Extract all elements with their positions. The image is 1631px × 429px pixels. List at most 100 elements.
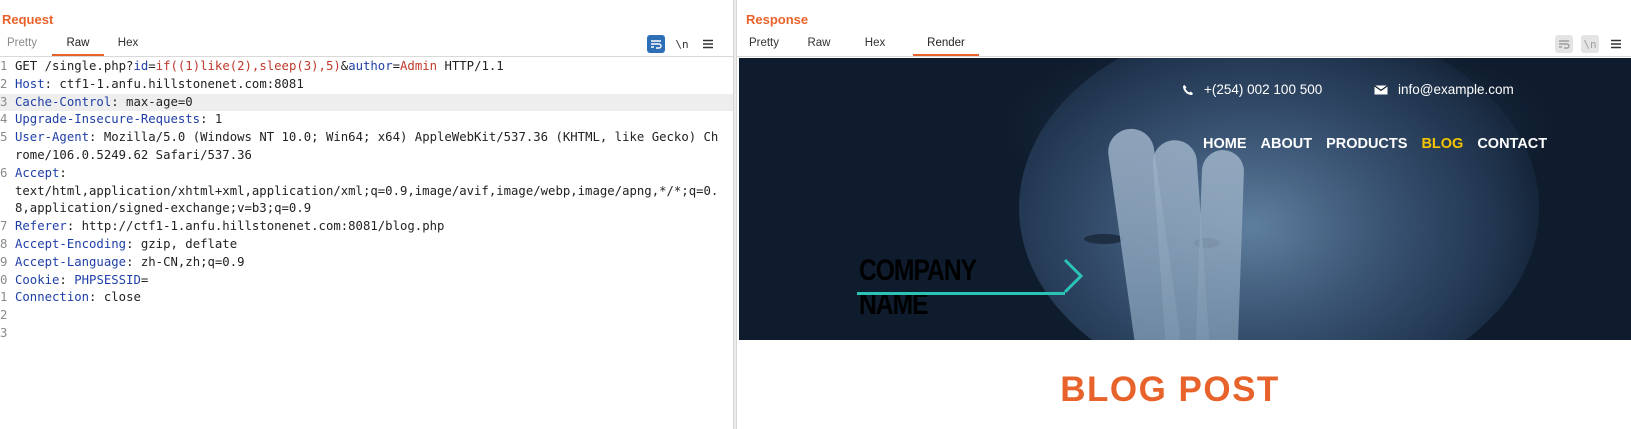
request-pane: Request Pretty Raw Hex \n 1 GET /single.p…	[0, 0, 733, 429]
phone-icon	[1183, 84, 1193, 95]
editor-line[interactable]: 2 Host: ctf1-1.anfu.hillstonenet.com:8081	[0, 76, 733, 94]
line-number: 8	[0, 236, 8, 251]
header-name: id	[133, 59, 149, 73]
text-segment: : 1	[200, 112, 223, 127]
line-content: Upgrade-Insecure-Requests: 1	[15, 111, 733, 129]
company-logo[interactable]: COMPANY NAME	[857, 254, 1087, 321]
editor-line[interactable]: 1 Connection: close	[0, 289, 733, 307]
nav-home[interactable]: HOME	[1203, 136, 1247, 152]
tab-hex[interactable]: Hex	[108, 36, 148, 56]
line-content: Accept: text/html,application/xhtml+xml,…	[15, 165, 733, 218]
header-name: User-Agent	[15, 130, 90, 145]
header-name: PHPSESSID	[74, 272, 141, 287]
line-number: 0	[0, 272, 8, 287]
email-address: info@example.com	[1398, 82, 1514, 97]
contact-phone: +(254) 002 100 500	[1182, 82, 1322, 97]
hamburger-menu-icon[interactable]	[1607, 35, 1625, 53]
header-name: author	[348, 59, 393, 73]
editor-line[interactable]: 3	[0, 325, 733, 343]
line-number: 1	[0, 59, 8, 73]
line-number: 6	[0, 165, 8, 180]
editor-line[interactable]: 0 Cookie: PHPSESSID=	[0, 272, 733, 290]
site-nav: HOME ABOUT PRODUCTS BLOG CONTACT	[1203, 136, 1547, 152]
header-name: Accept	[15, 165, 60, 180]
hero-image-eye	[1084, 234, 1124, 244]
wrap-lines-icon[interactable]	[647, 35, 665, 53]
logo-underline	[857, 292, 1065, 295]
line-content: Connection: close	[15, 289, 733, 307]
tab-pretty[interactable]: Pretty	[0, 36, 40, 56]
response-pane: Response Pretty Raw Hex Render \n +(254)…	[737, 0, 1631, 429]
line-content: Cookie: PHPSESSID=	[15, 272, 733, 290]
response-title: Response	[746, 12, 809, 27]
editor-line[interactable]: 6 Accept: text/html,application/xhtml+xml…	[0, 165, 733, 218]
header-name: Cache-Control	[15, 94, 112, 109]
tab-raw[interactable]: Raw	[791, 36, 847, 56]
newline-toggle-button[interactable]: \n	[673, 35, 691, 53]
editor-line[interactable]: 5 User-Agent: Mozilla/5.0 (Windows NT 10.…	[0, 129, 733, 165]
text-segment: : close	[89, 290, 141, 305]
tab-render[interactable]: Render	[913, 36, 979, 56]
newline-toggle-button[interactable]: \n	[1581, 35, 1599, 53]
text-segment: : http://ctf1-1.anfu.hillstonenet.com:80…	[66, 219, 445, 234]
nav-products[interactable]: PRODUCTS	[1326, 136, 1407, 152]
line-number: 9	[0, 254, 8, 269]
nav-blog[interactable]: BLOG	[1421, 136, 1463, 152]
tab-raw[interactable]: Raw	[52, 36, 104, 56]
nav-about[interactable]: ABOUT	[1261, 136, 1313, 152]
line-content	[15, 307, 733, 325]
editor-line[interactable]: 3 Cache-Control: max-age=0	[0, 93, 733, 112]
text-segment: =	[392, 59, 401, 73]
line-number: 7	[0, 219, 8, 234]
text-segment: : gzip, deflate	[126, 236, 238, 251]
line-number: 1	[0, 290, 8, 305]
text-segment: HTTP/1.1	[437, 59, 504, 73]
text-segment: GET /single.php?	[15, 59, 134, 73]
request-tabs: Pretty Raw Hex	[0, 36, 148, 56]
text-segment: =	[148, 59, 156, 73]
text-segment: :	[59, 272, 75, 287]
line-content	[15, 325, 733, 343]
line-content: User-Agent: Mozilla/5.0 (Windows NT 10.0…	[15, 129, 733, 165]
tab-pretty[interactable]: Pretty	[737, 36, 791, 56]
request-toolbar: \n	[647, 35, 717, 53]
logo-chevron-icon	[1063, 258, 1084, 294]
wrap-lines-icon[interactable]	[1555, 35, 1573, 53]
request-title: Request	[2, 12, 54, 27]
response-toolbar: \n	[1555, 35, 1625, 53]
header-name: Accept-Encoding	[15, 236, 127, 251]
hero-image-hand	[1195, 149, 1245, 340]
editor-line[interactable]: 7 Referer: http://ctf1-1.anfu.hillstonene…	[0, 218, 733, 236]
tab-divider	[0, 56, 733, 57]
text-segment: =	[140, 272, 149, 287]
hamburger-menu-icon[interactable]	[699, 35, 717, 53]
header-name: Upgrade-Insecure-Requests	[15, 112, 201, 127]
hero-image-face	[1019, 58, 1539, 340]
logo-text: COMPANY NAME	[859, 254, 977, 321]
editor-line[interactable]: 4 Upgrade-Insecure-Requests: 1	[0, 111, 733, 129]
header-name: Accept-Language	[15, 254, 127, 269]
header-name: Host	[15, 76, 45, 91]
tab-hex[interactable]: Hex	[847, 36, 903, 56]
line-content: GET /single.php?id=if((1)like(2),sleep(3…	[15, 58, 733, 76]
editor-line[interactable]: 2	[0, 307, 733, 325]
header-name: Referer	[15, 219, 67, 234]
contact-email: info@example.com	[1374, 82, 1514, 97]
editor-line[interactable]: 9 Accept-Language: zh-CN,zh;q=0.9	[0, 254, 733, 272]
response-tabs: Pretty Raw Hex Render	[737, 36, 979, 56]
editor-line[interactable]: 8 Accept-Encoding: gzip, deflate	[0, 236, 733, 254]
line-content: Cache-Control: max-age=0	[15, 94, 733, 112]
text-segment: : max-age=0	[111, 94, 193, 109]
hero-banner: +(254) 002 100 500 info@example.com HOME…	[739, 58, 1631, 340]
nav-contact[interactable]: CONTACT	[1477, 136, 1547, 152]
param-value: if((1)like(2),sleep(3),5)	[155, 59, 341, 73]
line-number: 3	[0, 94, 8, 109]
header-name: Cookie	[15, 272, 60, 287]
line-number: 4	[0, 112, 8, 127]
page-heading: BLOG POST	[1060, 370, 1280, 409]
phone-number: +(254) 002 100 500	[1204, 82, 1323, 97]
editor-line[interactable]: 1 GET /single.php?id=if((1)like(2),sleep(…	[0, 58, 733, 76]
envelope-icon	[1374, 84, 1388, 94]
line-number: 2	[0, 76, 8, 91]
request-editor[interactable]: 1 GET /single.php?id=if((1)like(2),sleep(…	[0, 58, 733, 429]
